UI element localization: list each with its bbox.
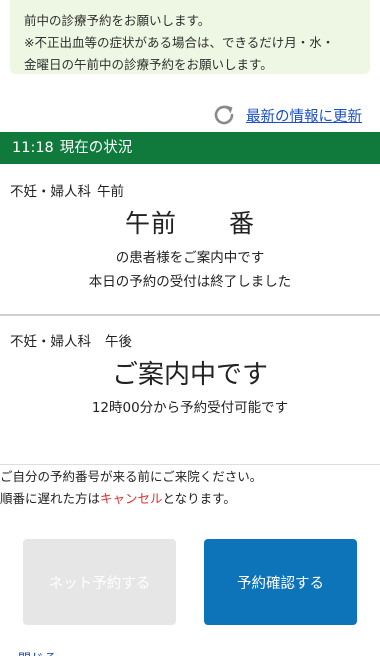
current-number: 午前 番 [0,204,380,240]
notice-line-3: 金曜日の午前中の診療予約をお願いします。 [24,57,273,72]
department-afternoon: 不妊・婦人科 午後 ご案内中です 12時00分から予約受付可能です [0,318,380,464]
refresh-link[interactable]: 最新の情報に更新 [246,105,362,126]
department-name: 不妊・婦人科 [10,184,91,200]
cancel-highlight: キャンセル [100,491,163,506]
number-suffix: 番 [229,209,256,238]
close-link[interactable]: 閉じる [18,648,57,656]
status-label: 現在の状況 [59,140,133,156]
department-session: 午後 [105,334,132,350]
refresh-icon[interactable] [212,103,236,127]
department-morning: 不妊・婦人科 午前 午前番 の患者様をご案内中です 本日の予約の受付は終了しました [0,172,380,314]
number-prefix: 午前 [124,209,177,238]
info-line-1: ご自分の予約番号が来る前にご来院ください。 [0,469,263,484]
status-headline: ご案内中です [111,360,268,390]
info-line-2-after: となります。 [162,491,236,506]
department-session: 午前 [97,184,124,200]
status-bar: 11:18 現在の状況 [0,132,380,164]
refresh-row: 最新の情報に更新 [0,102,380,128]
confirm-reserve-button[interactable]: 予約確認する [204,539,357,625]
guidance-text: の患者様をご案内中です [115,250,265,266]
info-line-2: 順番に遅れた方はキャンセルとなります。 [0,488,380,510]
notice-line-1: 前中の診療予約をお願いします。 [24,13,211,28]
status-time: 11:18 [12,140,54,156]
notice-box: 前中の診療予約をお願いします。 ※不正出血等の症状がある場合は、できるだけ月・水… [10,0,370,74]
reception-closed-text: 本日の予約の受付は終了しました [88,274,292,290]
department-title: 不妊・婦人科 午後 [10,330,132,350]
divider [0,314,380,316]
department-name: 不妊・婦人科 [10,334,91,350]
department-title: 不妊・婦人科 午前 [10,180,124,200]
notice-line-2: ※不正出血等の症状がある場合は、できるだけ月・水・ [24,35,335,50]
reception-time-text: 12時00分から予約受付可能です [91,400,289,416]
divider [0,464,380,465]
info-text: ご自分の予約番号が来る前にご来院ください。 順番に遅れた方はキャンセルとなります… [0,466,380,510]
info-line-2-before: 順番に遅れた方は [0,491,101,506]
net-reserve-button[interactable]: ネット予約する [23,539,176,625]
